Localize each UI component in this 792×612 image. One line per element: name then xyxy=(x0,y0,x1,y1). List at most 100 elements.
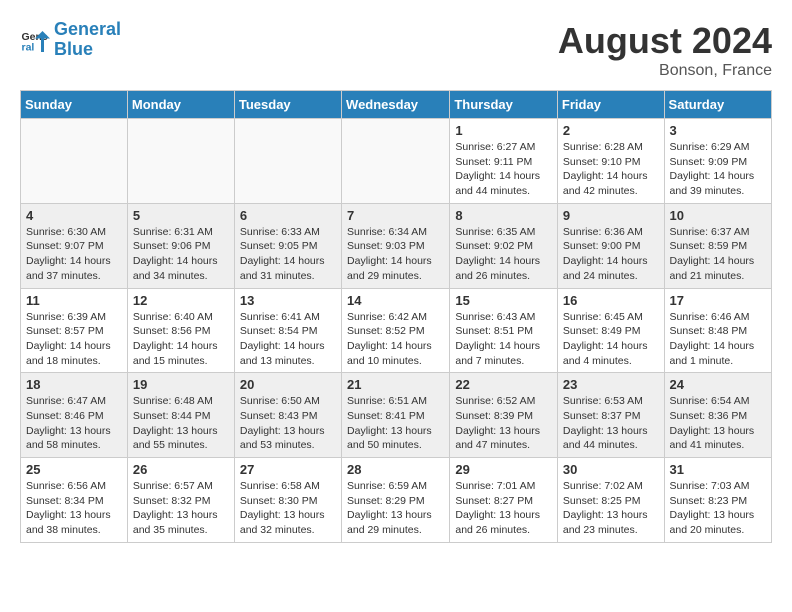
day-number: 25 xyxy=(26,462,122,477)
day-info: Sunrise: 6:40 AM Sunset: 8:56 PM Dayligh… xyxy=(133,310,229,369)
weekday-header: Saturday xyxy=(664,91,771,119)
day-number: 10 xyxy=(670,208,766,223)
calendar-week-row: 18Sunrise: 6:47 AM Sunset: 8:46 PM Dayli… xyxy=(21,373,772,458)
calendar-cell: 31 Sunrise: 7:03 AM Sunset: 8:23 PM Dayli… xyxy=(664,458,771,543)
calendar-cell: 16 Sunrise: 6:45 AM Sunset: 8:49 PM Dayli… xyxy=(557,288,664,373)
day-number: 1 xyxy=(455,123,552,138)
calendar-cell: 27Sunrise: 6:58 AM Sunset: 8:30 PM Dayli… xyxy=(234,458,341,543)
day-number: 8 xyxy=(455,208,552,223)
calendar-cell: 15 Sunrise: 6:43 AM Sunset: 8:51 PM Dayli… xyxy=(450,288,558,373)
logo: Gene ral General Blue xyxy=(20,20,121,60)
calendar-cell: 22 Sunrise: 6:52 AM Sunset: 8:39 PM Dayli… xyxy=(450,373,558,458)
calendar-cell: 25 Sunrise: 6:56 AM Sunset: 8:34 PM Dayli… xyxy=(21,458,128,543)
day-info: Sunrise: 6:36 AM Sunset: 9:00 PM Dayligh… xyxy=(563,225,659,284)
calendar-cell: 8 Sunrise: 6:35 AM Sunset: 9:02 PM Daylig… xyxy=(450,203,558,288)
calendar-cell xyxy=(21,119,128,204)
calendar-cell: 6Sunrise: 6:33 AM Sunset: 9:05 PM Daylig… xyxy=(234,203,341,288)
day-info: Sunrise: 6:29 AM Sunset: 9:09 PM Dayligh… xyxy=(670,140,766,199)
day-number: 28 xyxy=(347,462,444,477)
day-number: 16 xyxy=(563,293,659,308)
title-block: August 2024 Bonson, France xyxy=(558,20,772,80)
calendar-cell xyxy=(127,119,234,204)
day-info: Sunrise: 6:42 AM Sunset: 8:52 PM Dayligh… xyxy=(347,310,444,369)
calendar-cell: 5 Sunrise: 6:31 AM Sunset: 9:06 PM Daylig… xyxy=(127,203,234,288)
day-number: 15 xyxy=(455,293,552,308)
day-number: 24 xyxy=(670,377,766,392)
calendar-cell: 17 Sunrise: 6:46 AM Sunset: 8:48 PM Dayli… xyxy=(664,288,771,373)
day-number: 29 xyxy=(455,462,552,477)
calendar-cell: 10 Sunrise: 6:37 AM Sunset: 8:59 PM Dayli… xyxy=(664,203,771,288)
day-info: Sunrise: 6:31 AM Sunset: 9:06 PM Dayligh… xyxy=(133,225,229,284)
day-info: Sunrise: 6:43 AM Sunset: 8:51 PM Dayligh… xyxy=(455,310,552,369)
day-info: Sunrise: 6:37 AM Sunset: 8:59 PM Dayligh… xyxy=(670,225,766,284)
day-info: Sunrise: 6:30 AM Sunset: 9:07 PM Dayligh… xyxy=(26,225,122,284)
day-number: 14 xyxy=(347,293,444,308)
day-number: 17 xyxy=(670,293,766,308)
weekday-header: Friday xyxy=(557,91,664,119)
day-info: Sunrise: 6:33 AM Sunset: 9:05 PM Dayligh… xyxy=(240,225,336,284)
calendar-week-row: 4 Sunrise: 6:30 AM Sunset: 9:07 PM Daylig… xyxy=(21,203,772,288)
day-number: 20 xyxy=(240,377,336,392)
calendar-cell: 3 Sunrise: 6:29 AM Sunset: 9:09 PM Daylig… xyxy=(664,119,771,204)
weekday-header: Monday xyxy=(127,91,234,119)
day-number: 23 xyxy=(563,377,659,392)
calendar-cell: 1 Sunrise: 6:27 AM Sunset: 9:11 PM Daylig… xyxy=(450,119,558,204)
day-number: 31 xyxy=(670,462,766,477)
day-info: Sunrise: 6:46 AM Sunset: 8:48 PM Dayligh… xyxy=(670,310,766,369)
day-info: Sunrise: 6:59 AM Sunset: 8:29 PM Dayligh… xyxy=(347,479,444,538)
day-info: Sunrise: 6:53 AM Sunset: 8:37 PM Dayligh… xyxy=(563,394,659,453)
day-number: 19 xyxy=(133,377,229,392)
day-info: Sunrise: 6:48 AM Sunset: 8:44 PM Dayligh… xyxy=(133,394,229,453)
calendar-week-row: 11 Sunrise: 6:39 AM Sunset: 8:57 PM Dayli… xyxy=(21,288,772,373)
logo-text: General Blue xyxy=(54,20,121,60)
day-number: 27 xyxy=(240,462,336,477)
day-info: Sunrise: 7:02 AM Sunset: 8:25 PM Dayligh… xyxy=(563,479,659,538)
calendar-cell: 23 Sunrise: 6:53 AM Sunset: 8:37 PM Dayli… xyxy=(557,373,664,458)
day-number: 12 xyxy=(133,293,229,308)
day-number: 4 xyxy=(26,208,122,223)
day-info: Sunrise: 6:35 AM Sunset: 9:02 PM Dayligh… xyxy=(455,225,552,284)
calendar-cell xyxy=(234,119,341,204)
day-info: Sunrise: 7:01 AM Sunset: 8:27 PM Dayligh… xyxy=(455,479,552,538)
weekday-header: Sunday xyxy=(21,91,128,119)
calendar-cell: 29 Sunrise: 7:01 AM Sunset: 8:27 PM Dayli… xyxy=(450,458,558,543)
day-number: 11 xyxy=(26,293,122,308)
day-info: Sunrise: 6:52 AM Sunset: 8:39 PM Dayligh… xyxy=(455,394,552,453)
day-number: 7 xyxy=(347,208,444,223)
day-info: Sunrise: 6:41 AM Sunset: 8:54 PM Dayligh… xyxy=(240,310,336,369)
weekday-header-row: SundayMondayTuesdayWednesdayThursdayFrid… xyxy=(21,91,772,119)
calendar-week-row: 1 Sunrise: 6:27 AM Sunset: 9:11 PM Daylig… xyxy=(21,119,772,204)
calendar-cell: 24Sunrise: 6:54 AM Sunset: 8:36 PM Dayli… xyxy=(664,373,771,458)
day-info: Sunrise: 6:50 AM Sunset: 8:43 PM Dayligh… xyxy=(240,394,336,453)
day-number: 2 xyxy=(563,123,659,138)
calendar-week-row: 25 Sunrise: 6:56 AM Sunset: 8:34 PM Dayli… xyxy=(21,458,772,543)
month-year: August 2024 xyxy=(558,20,772,62)
calendar-cell: 19 Sunrise: 6:48 AM Sunset: 8:44 PM Dayli… xyxy=(127,373,234,458)
day-info: Sunrise: 6:27 AM Sunset: 9:11 PM Dayligh… xyxy=(455,140,552,199)
calendar-cell: 4 Sunrise: 6:30 AM Sunset: 9:07 PM Daylig… xyxy=(21,203,128,288)
calendar-cell: 30Sunrise: 7:02 AM Sunset: 8:25 PM Dayli… xyxy=(557,458,664,543)
calendar-cell: 13Sunrise: 6:41 AM Sunset: 8:54 PM Dayli… xyxy=(234,288,341,373)
day-info: Sunrise: 7:03 AM Sunset: 8:23 PM Dayligh… xyxy=(670,479,766,538)
page-header: Gene ral General Blue August 2024 Bonson… xyxy=(20,20,772,80)
day-number: 18 xyxy=(26,377,122,392)
day-info: Sunrise: 6:45 AM Sunset: 8:49 PM Dayligh… xyxy=(563,310,659,369)
day-number: 26 xyxy=(133,462,229,477)
day-number: 9 xyxy=(563,208,659,223)
location: Bonson, France xyxy=(558,62,772,80)
calendar-cell xyxy=(342,119,450,204)
day-info: Sunrise: 6:39 AM Sunset: 8:57 PM Dayligh… xyxy=(26,310,122,369)
day-number: 3 xyxy=(670,123,766,138)
day-info: Sunrise: 6:56 AM Sunset: 8:34 PM Dayligh… xyxy=(26,479,122,538)
calendar-table: SundayMondayTuesdayWednesdayThursdayFrid… xyxy=(20,90,772,543)
weekday-header: Thursday xyxy=(450,91,558,119)
weekday-header: Tuesday xyxy=(234,91,341,119)
day-number: 21 xyxy=(347,377,444,392)
calendar-cell: 20 Sunrise: 6:50 AM Sunset: 8:43 PM Dayli… xyxy=(234,373,341,458)
day-number: 5 xyxy=(133,208,229,223)
calendar-cell: 28 Sunrise: 6:59 AM Sunset: 8:29 PM Dayli… xyxy=(342,458,450,543)
day-number: 22 xyxy=(455,377,552,392)
calendar-cell: 21Sunrise: 6:51 AM Sunset: 8:41 PM Dayli… xyxy=(342,373,450,458)
day-info: Sunrise: 6:57 AM Sunset: 8:32 PM Dayligh… xyxy=(133,479,229,538)
day-info: Sunrise: 6:28 AM Sunset: 9:10 PM Dayligh… xyxy=(563,140,659,199)
